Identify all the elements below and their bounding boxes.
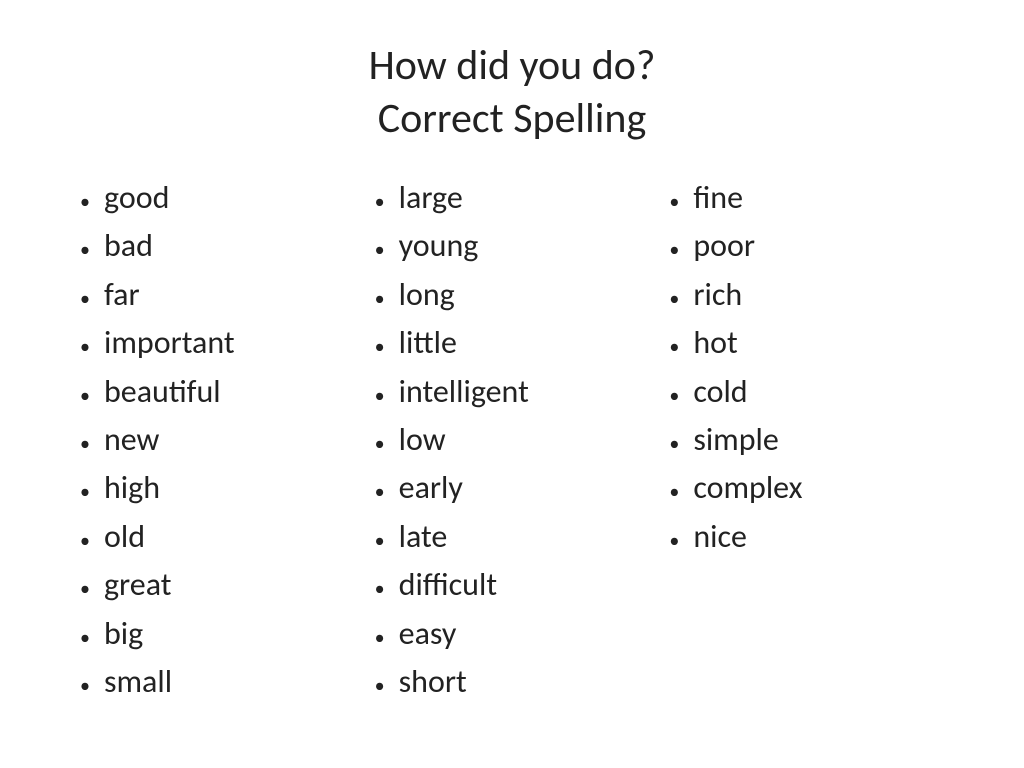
bullet-icon: • [375, 236, 385, 265]
list-item: • good [80, 175, 375, 221]
list-item: • important [80, 320, 375, 366]
list-item: • intelligent [375, 369, 670, 415]
bullet-icon: • [669, 285, 679, 314]
bullet-icon: • [669, 430, 679, 459]
title-line1: How did you do? [369, 40, 656, 93]
bullet-icon: • [375, 382, 385, 411]
bullet-icon: • [669, 478, 679, 507]
word-label: small [104, 659, 172, 705]
word-label: young [399, 223, 479, 269]
column-2: • large • young • long • little • intelligent • low… [375, 175, 670, 707]
list-item: • short [375, 659, 670, 705]
page-title: How did you do? Correct Spelling [369, 40, 656, 145]
bullet-icon: • [80, 624, 90, 653]
word-label: old [104, 514, 145, 560]
list-item: • bad [80, 223, 375, 269]
list-item: • late [375, 514, 670, 560]
list-item: • large [375, 175, 670, 221]
list-item: • fine [669, 175, 964, 221]
bullet-icon: • [669, 382, 679, 411]
list-item: • poor [669, 223, 964, 269]
list-item: • new [80, 417, 375, 463]
word-label: nice [693, 514, 747, 560]
word-label: complex [693, 465, 802, 511]
list-item: • high [80, 465, 375, 511]
bullet-icon: • [80, 188, 90, 217]
list-item: • old [80, 514, 375, 560]
word-label: new [104, 417, 159, 463]
word-label: simple [693, 417, 779, 463]
list-item: • great [80, 562, 375, 608]
list-item: • little [375, 320, 670, 366]
word-label: hot [693, 320, 737, 366]
bullet-icon: • [80, 236, 90, 265]
bullet-icon: • [669, 527, 679, 556]
bullet-icon: • [375, 672, 385, 701]
word-label: large [399, 175, 463, 221]
word-label: early [399, 465, 463, 511]
list-item: • low [375, 417, 670, 463]
list-item: • beautiful [80, 369, 375, 415]
bullet-icon: • [375, 188, 385, 217]
bullet-icon: • [669, 236, 679, 265]
list-item: • young [375, 223, 670, 269]
column-1: • good • bad • far • important • beautiful • new • hi… [80, 175, 375, 707]
bullet-icon: • [80, 478, 90, 507]
list-item: • rich [669, 272, 964, 318]
bullet-icon: • [80, 430, 90, 459]
word-label: little [399, 320, 457, 366]
bullet-icon: • [375, 333, 385, 362]
bullet-icon: • [80, 672, 90, 701]
list-item: • far [80, 272, 375, 318]
word-label: great [104, 562, 171, 608]
bullet-icon: • [80, 575, 90, 604]
bullet-icon: • [375, 527, 385, 556]
list-item: • small [80, 659, 375, 705]
list-item: • cold [669, 369, 964, 415]
word-columns: • good • bad • far • important • beautiful • new • hi… [60, 175, 964, 707]
list-item: • long [375, 272, 670, 318]
title-line2: Correct Spelling [369, 93, 656, 146]
word-label: rich [693, 272, 742, 318]
list-item: • simple [669, 417, 964, 463]
bullet-icon: • [375, 285, 385, 314]
word-label: short [399, 659, 467, 705]
word-label: beautiful [104, 369, 221, 415]
word-label: long [399, 272, 455, 318]
list-item: • nice [669, 514, 964, 560]
word-label: cold [693, 369, 747, 415]
bullet-icon: • [375, 575, 385, 604]
list-item: • early [375, 465, 670, 511]
bullet-icon: • [669, 188, 679, 217]
word-label: late [399, 514, 448, 560]
list-item: • big [80, 611, 375, 657]
word-label: far [104, 272, 140, 318]
list-item: • easy [375, 611, 670, 657]
word-label: easy [399, 611, 457, 657]
word-label: fine [693, 175, 743, 221]
word-label: good [104, 175, 169, 221]
word-label: bad [104, 223, 153, 269]
bullet-icon: • [80, 527, 90, 556]
bullet-icon: • [80, 382, 90, 411]
word-label: difficult [399, 562, 497, 608]
bullet-icon: • [80, 285, 90, 314]
word-label: intelligent [399, 369, 529, 415]
page: How did you do? Correct Spelling • good • b… [0, 0, 1024, 768]
word-label: low [399, 417, 446, 463]
word-label: big [104, 611, 143, 657]
bullet-icon: • [375, 624, 385, 653]
word-label: poor [693, 223, 755, 269]
bullet-icon: • [375, 478, 385, 507]
bullet-icon: • [80, 333, 90, 362]
column-3: •fine•poor•rich•hot•cold•simple•complex•… [669, 175, 964, 562]
word-label: important [104, 320, 235, 366]
list-item: • hot [669, 320, 964, 366]
bullet-icon: • [669, 333, 679, 362]
bullet-icon: • [375, 430, 385, 459]
list-item: • complex [669, 465, 964, 511]
word-label: high [104, 465, 160, 511]
list-item: • difficult [375, 562, 670, 608]
